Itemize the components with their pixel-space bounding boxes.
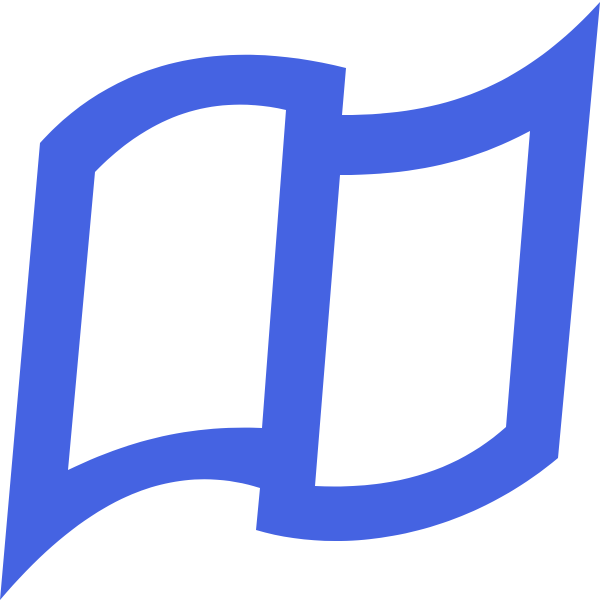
window-flag-shape xyxy=(0,2,600,600)
window-flag-icon xyxy=(0,2,600,600)
icon-canvas xyxy=(0,0,600,600)
